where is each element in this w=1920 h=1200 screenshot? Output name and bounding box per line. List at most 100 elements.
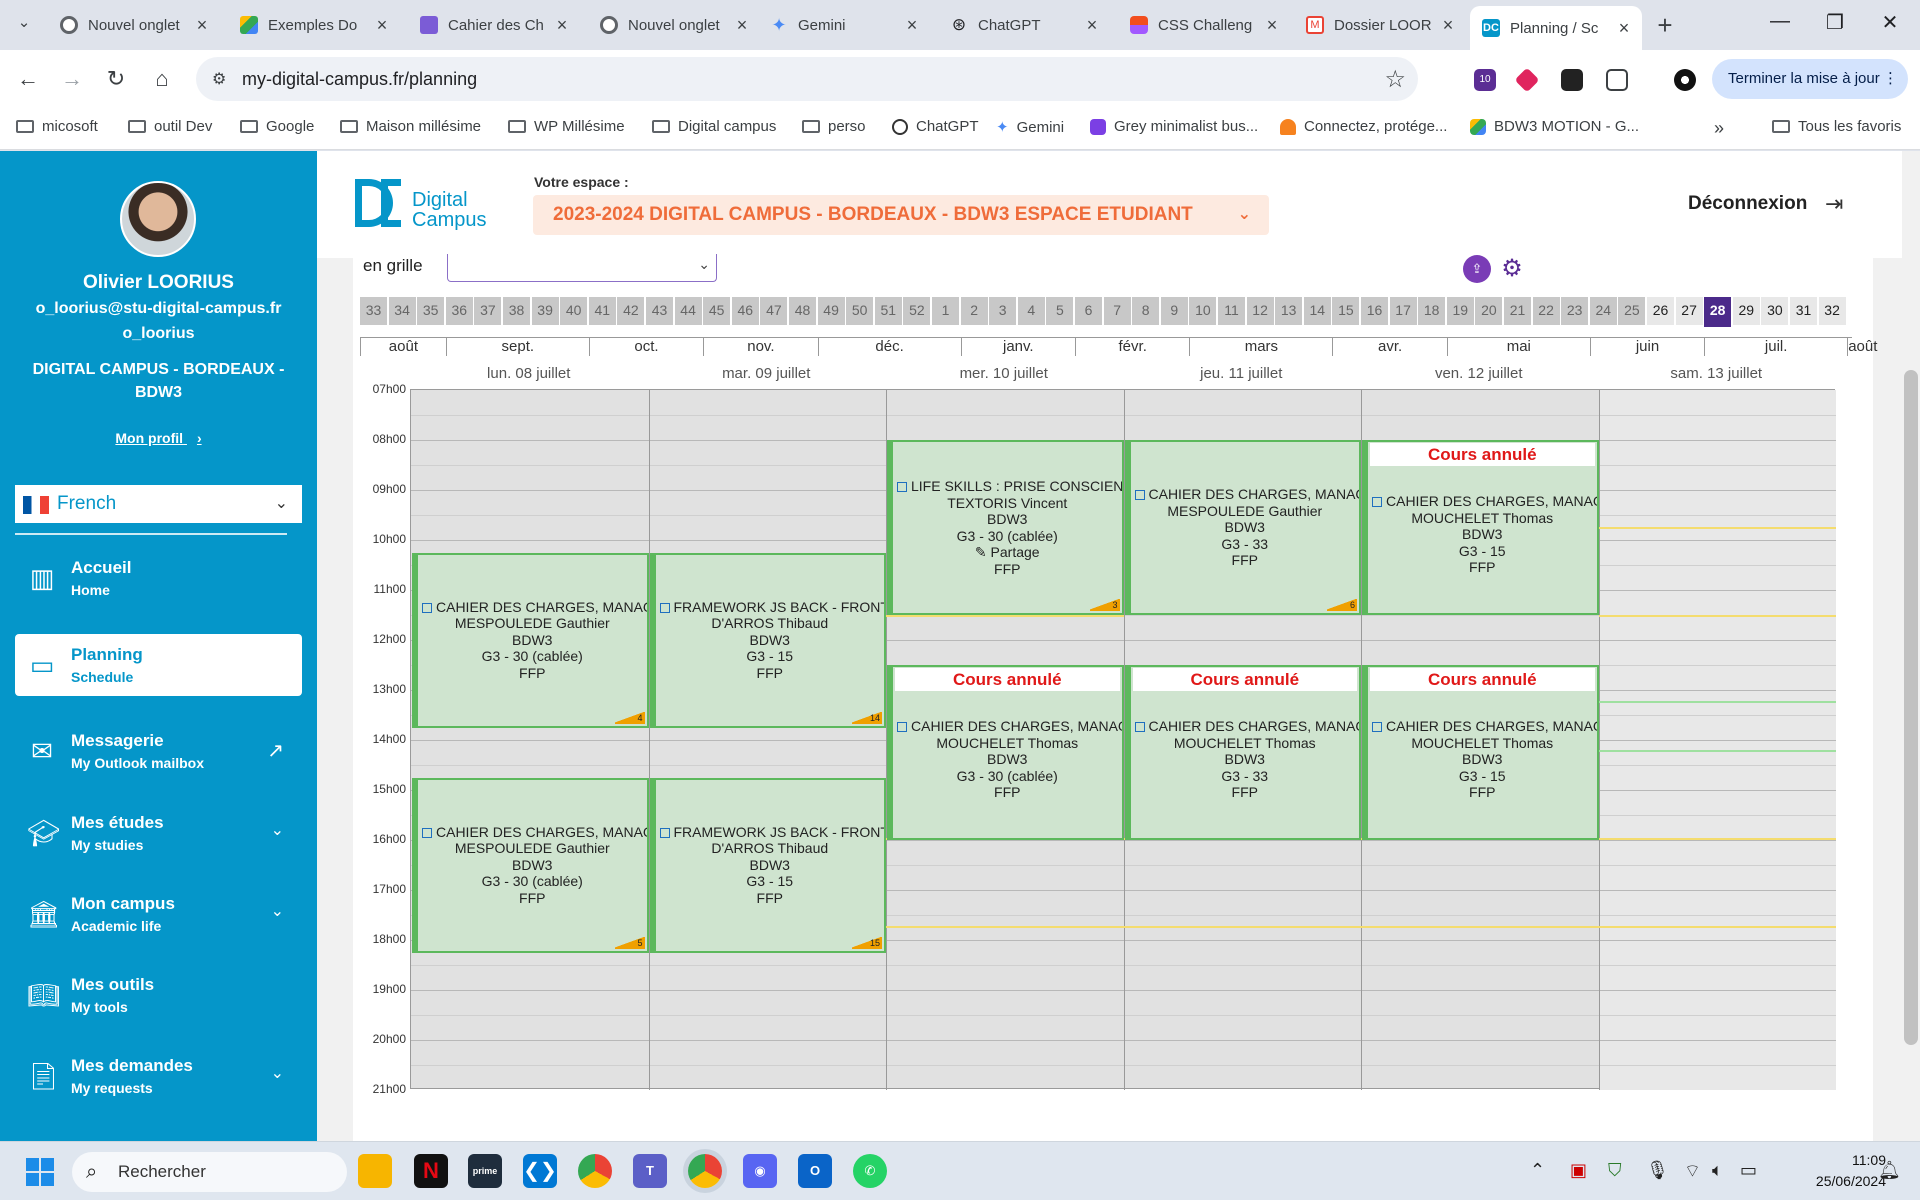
reload-icon[interactable]: ↻ [100, 63, 132, 95]
bookmark-item[interactable]: Connectez, protége... [1280, 118, 1447, 135]
week-cell[interactable]: 13 [1275, 297, 1304, 325]
logout-icon[interactable]: ⇥ [1825, 191, 1843, 217]
restore-window-icon[interactable]: ❐ [1815, 10, 1855, 35]
chrome-icon[interactable] [578, 1154, 612, 1188]
bookmark-item[interactable]: outil Dev [128, 118, 212, 135]
url-text[interactable]: my-digital-campus.fr/planning [242, 69, 477, 90]
week-cell[interactable]: 37 [474, 297, 503, 325]
browser-tab[interactable]: ⊛ ChatGPT × [938, 8, 1110, 42]
extensions-puzzle-icon[interactable] [1606, 69, 1628, 91]
sidebar-item-requests[interactable]: 📄︎ Mes demandes My requests ⌄ [15, 1045, 302, 1107]
bookmark-item[interactable]: Google [240, 118, 314, 135]
sidebar-item-tools[interactable]: 📖︎ Mes outils My tools [15, 964, 302, 1026]
week-cell[interactable]: 21 [1504, 297, 1532, 325]
week-cell[interactable]: 45 [703, 297, 732, 325]
calendar-event[interactable]: LIFE SKILLS : PRISE CONSCIENCE TEXTORIS V… [887, 440, 1124, 615]
netflix-icon[interactable]: N [414, 1154, 448, 1188]
week-cell[interactable]: 29 [1732, 297, 1761, 325]
settings-gear-icon[interactable]: ⚙ [1497, 254, 1527, 284]
week-cell[interactable]: 10 [1189, 297, 1218, 325]
sidebar-item-home[interactable]: ▥ Accueil Home [15, 547, 302, 609]
calendar-event[interactable]: CAHIER DES CHARGES, MANAGEMENTMESPOULEDE… [412, 777, 649, 953]
week-cell[interactable]: 1 [932, 297, 960, 325]
close-tab-icon[interactable]: × [1614, 18, 1634, 39]
new-tab-button[interactable]: + [1650, 10, 1680, 41]
week-cell[interactable]: 49 [817, 297, 846, 325]
browser-tab[interactable]: Nouvel onglet × [48, 8, 220, 42]
close-tab-icon[interactable]: × [192, 15, 212, 36]
week-cell[interactable]: 15 [1332, 297, 1361, 325]
week-cell[interactable]: 24 [1589, 297, 1618, 325]
week-cell[interactable]: 4 [1017, 297, 1046, 325]
week-cell[interactable]: 52 [903, 297, 932, 325]
week-cell[interactable]: 2 [960, 297, 989, 325]
week-cell[interactable]: 48 [789, 297, 817, 325]
security-shield-icon[interactable]: ⛉ [1608, 1160, 1622, 1181]
language-select[interactable]: French ⌄ [15, 485, 302, 523]
week-cell[interactable]: 34 [388, 297, 417, 325]
week-cell[interactable]: 38 [503, 297, 531, 325]
week-cell[interactable]: 7 [1103, 297, 1132, 325]
week-cell[interactable]: 46 [731, 297, 760, 325]
week-cell[interactable]: 16 [1361, 297, 1389, 325]
bookmark-item[interactable]: Maison millésime [340, 118, 481, 135]
forward-arrow-icon[interactable]: → [56, 63, 88, 95]
week-cell[interactable]: 23 [1561, 297, 1590, 325]
microphone-icon[interactable]: 🎙︎ [1646, 1160, 1669, 1181]
minimize-window-icon[interactable]: — [1760, 10, 1800, 33]
close-tab-icon[interactable]: × [552, 15, 572, 36]
bookmark-item[interactable]: perso [802, 118, 866, 135]
week-cell[interactable]: 36 [445, 297, 474, 325]
all-bookmarks-item[interactable]: Tous les favoris [1772, 118, 1901, 135]
week-cell[interactable]: 50 [846, 297, 875, 325]
browser-tab[interactable]: Cahier des Ch × [408, 8, 580, 42]
my-profile-link[interactable]: Mon profil › [0, 430, 317, 446]
extension-icon[interactable] [1561, 69, 1583, 91]
browser-tab[interactable]: ✦ Gemini × [758, 8, 930, 42]
week-cell[interactable]: 28 [1704, 297, 1733, 327]
tray-overflow-chevron-icon[interactable]: ⌃ [1530, 1160, 1545, 1181]
volume-icon[interactable]: 🔈︎ [1712, 1160, 1723, 1181]
week-cell[interactable]: 11 [1218, 297, 1246, 325]
week-cell[interactable]: 35 [417, 297, 446, 325]
week-cell[interactable]: 12 [1246, 297, 1275, 325]
prime-video-icon[interactable]: prime [468, 1154, 502, 1188]
week-cell[interactable]: 41 [588, 297, 617, 325]
week-cell[interactable]: 9 [1160, 297, 1189, 325]
week-cell[interactable]: 6 [1075, 297, 1103, 325]
logout-button[interactable]: Déconnexion [1688, 193, 1807, 215]
file-explorer-icon[interactable] [358, 1154, 392, 1188]
week-cell[interactable]: 31 [1790, 297, 1818, 325]
bookmark-star-icon[interactable]: ☆ [1384, 65, 1406, 94]
back-arrow-icon[interactable]: ← [12, 63, 44, 95]
taskbar-search[interactable]: ⌕ Rechercher [72, 1152, 347, 1192]
week-cell[interactable]: 32 [1818, 297, 1847, 325]
week-cell[interactable]: 47 [760, 297, 789, 325]
calendar-event[interactable]: Cours annulé CAHIER DES CHARGES, MANAGEME… [887, 665, 1124, 840]
week-cell[interactable]: 51 [874, 297, 903, 325]
address-bar[interactable]: ⚙ my-digital-campus.fr/planning ☆ [196, 57, 1418, 101]
view-mode-select[interactable]: ⌄ [447, 254, 717, 282]
week-cell[interactable]: 43 [646, 297, 674, 325]
bookmark-item[interactable]: ✦ Gemini [996, 118, 1064, 137]
calendar-event[interactable]: CAHIER DES CHARGES, MANAGEMENTMESPOULEDE… [1124, 440, 1361, 615]
vscode-icon[interactable]: ❮❯ [523, 1154, 557, 1188]
bookmark-item[interactable]: WP Millésime [508, 118, 625, 135]
calendar-event[interactable]: CAHIER DES CHARGES, MANAGEMENTMESPOULEDE… [412, 552, 649, 728]
bookmark-item[interactable]: Digital campus [652, 118, 776, 135]
sidebar-item-studies[interactable]: 🎓︎ Mes études My studies ⌄ [15, 802, 302, 864]
week-cell[interactable]: 22 [1532, 297, 1561, 325]
notification-bell-icon[interactable]: 🔔︎ [1878, 1160, 1901, 1181]
week-cell[interactable]: 33 [360, 297, 388, 325]
close-tab-icon[interactable]: × [1082, 15, 1102, 36]
bookmark-item[interactable]: BDW3 MOTION - G... [1470, 118, 1639, 135]
week-cell[interactable]: 26 [1647, 297, 1675, 325]
sidebar-item-messaging[interactable]: ✉ Messagerie My Outlook mailbox ↗ [15, 720, 302, 782]
battery-icon[interactable]: ▭ [1740, 1160, 1757, 1181]
browser-tab[interactable]: CSS Challeng × [1118, 8, 1290, 42]
whatsapp-icon[interactable]: ✆ [853, 1154, 887, 1188]
bookmark-item[interactable]: Grey minimalist bus... [1090, 118, 1258, 135]
teams-icon[interactable]: T [633, 1154, 667, 1188]
calendar-event[interactable]: Cours annulé CAHIER DES CHARGES, MANAGEME… [1362, 440, 1599, 615]
bookmark-item[interactable]: micosoft [16, 118, 98, 135]
